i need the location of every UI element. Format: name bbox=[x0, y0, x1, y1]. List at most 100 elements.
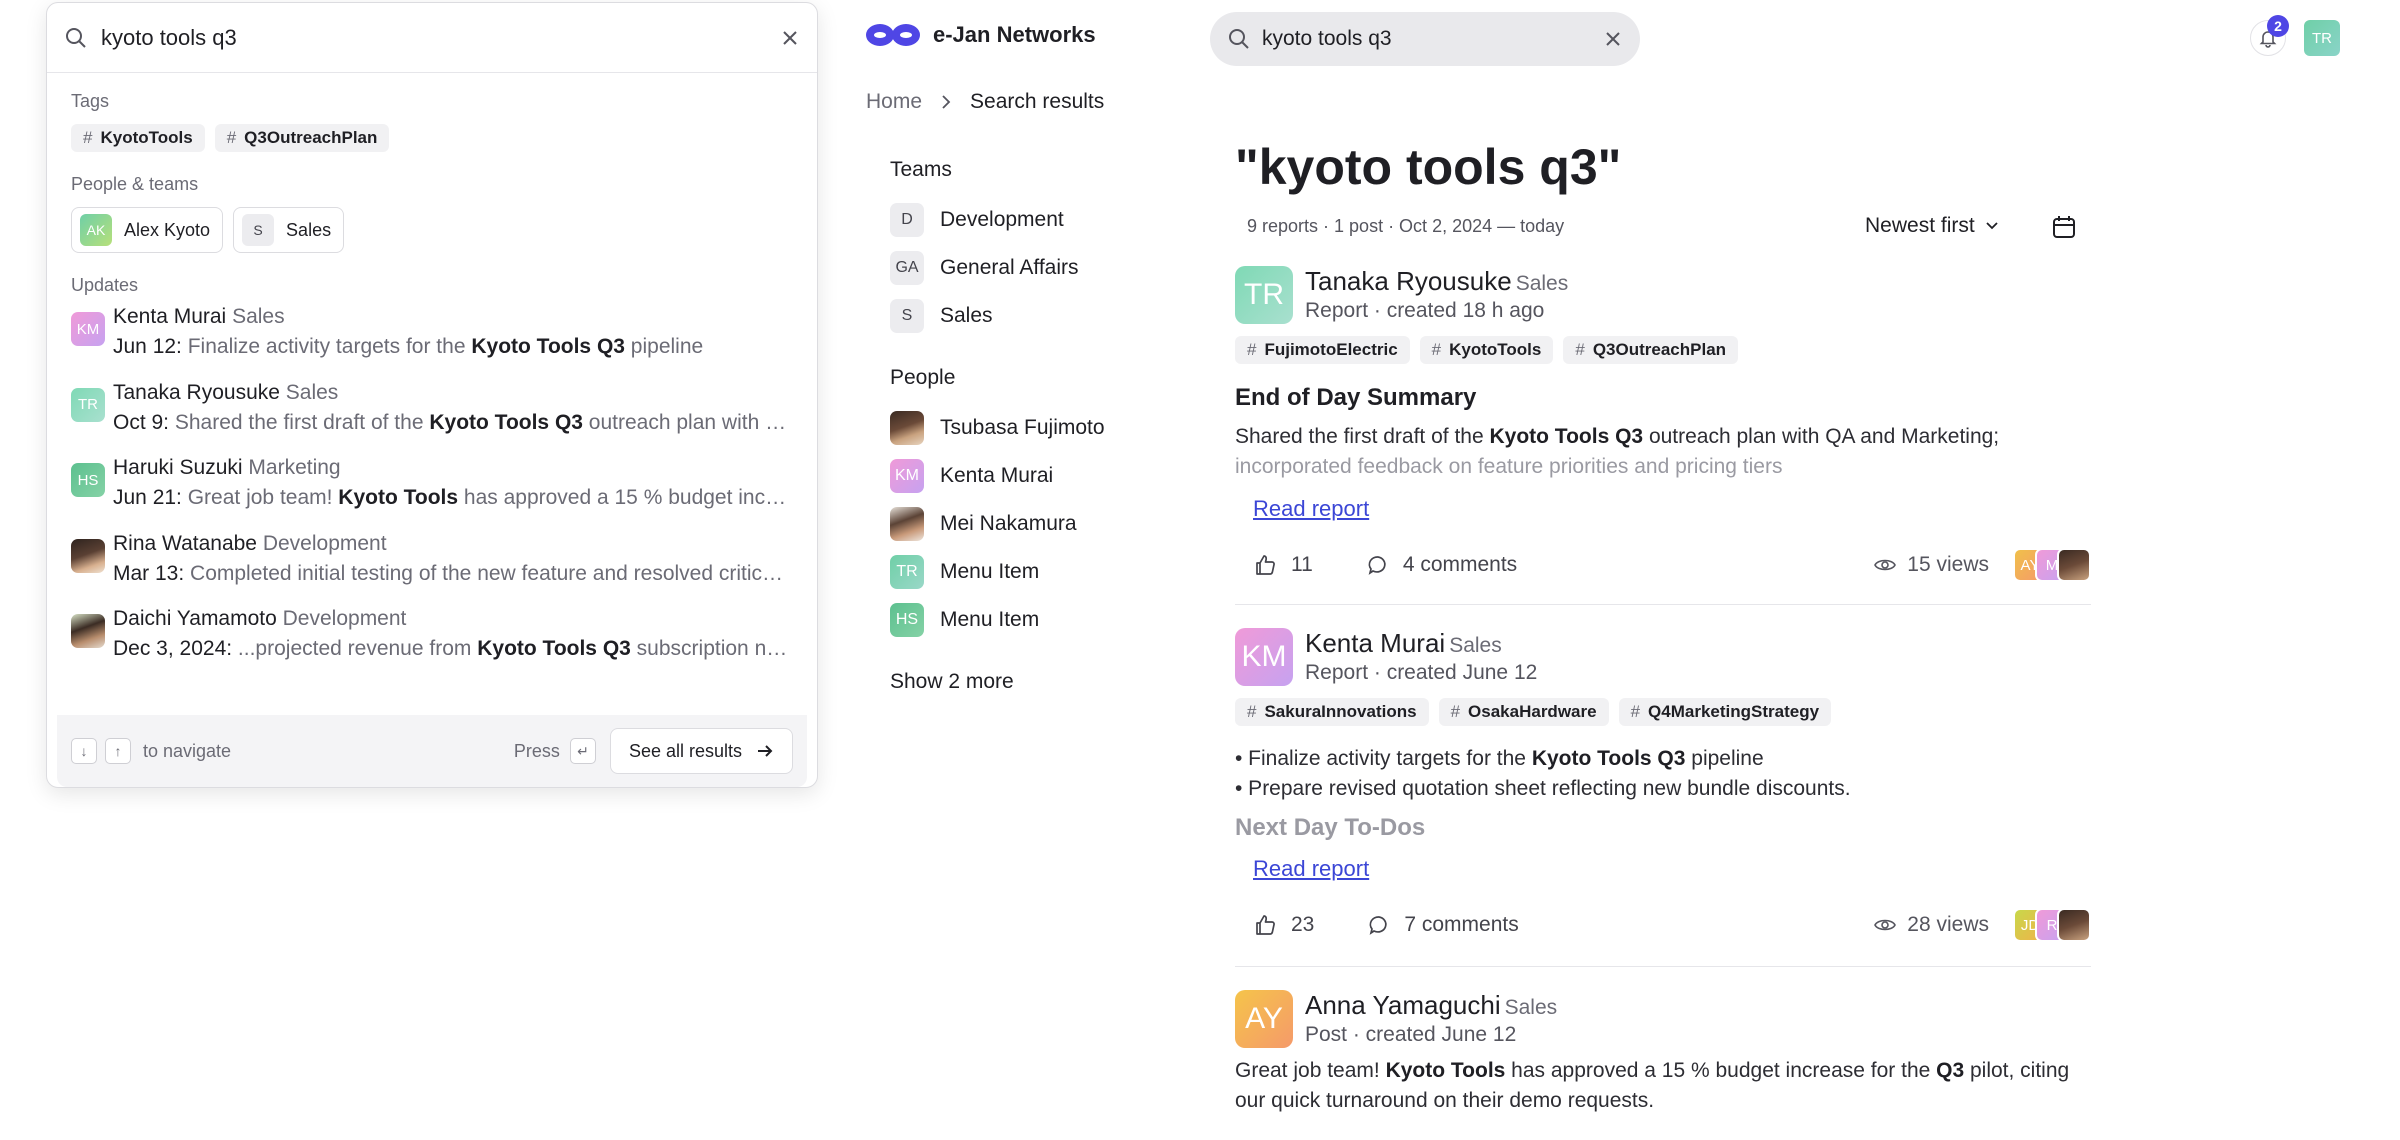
brand-logo[interactable]: e-Jan Networks bbox=[865, 22, 1096, 48]
comment-icon bbox=[1369, 916, 1388, 935]
update-snippet: subscription numbers bbox=[636, 637, 793, 660]
search-icon bbox=[1229, 29, 1249, 49]
update-date: Jun 21: bbox=[113, 486, 182, 509]
update-team: Development bbox=[262, 531, 387, 555]
breadcrumb: Home Search results bbox=[866, 90, 1104, 114]
filter-person-mei-nakamura[interactable]: Mei Nakamura bbox=[890, 500, 1190, 548]
update-author: Kenta Murai bbox=[113, 305, 227, 328]
comments-button[interactable]: 4 comments bbox=[1367, 553, 1517, 577]
results-title: "kyoto tools q3" bbox=[1235, 139, 1622, 195]
filter-team-development[interactable]: D Development bbox=[890, 196, 1190, 244]
viewer-avatars[interactable]: JD R bbox=[2013, 908, 2091, 942]
author-name[interactable]: Tanaka Ryousuke bbox=[1305, 266, 1512, 296]
update-result[interactable]: Rina Watanabe Development Mar 13: Comple… bbox=[71, 525, 793, 601]
like-count: 23 bbox=[1291, 913, 1315, 936]
filter-label: Menu Item bbox=[940, 608, 1040, 631]
like-button[interactable]: 23 bbox=[1253, 913, 1314, 937]
top-search-bar[interactable] bbox=[1210, 12, 1640, 66]
post-subtitle: Report · created 18 h ago bbox=[1305, 299, 1545, 322]
suggested-tag[interactable]: # Q3OutreachPlan bbox=[214, 124, 390, 152]
like-button[interactable]: 11 bbox=[1253, 553, 1313, 577]
top-search-input[interactable] bbox=[1262, 27, 1592, 51]
update-result[interactable]: HS Haruki Suzuki Marketing Jun 21: Great… bbox=[71, 449, 793, 525]
team-badge: S bbox=[890, 299, 924, 333]
tag-chip[interactable]: # Q3OutreachPlan bbox=[1563, 336, 1739, 364]
card-body: Shared the first draft of the Kyoto Tool… bbox=[1235, 422, 2091, 482]
viewer-avatar-photo bbox=[2057, 548, 2091, 582]
viewer-avatars[interactable]: AY M bbox=[2013, 548, 2091, 582]
update-avatar: KM bbox=[71, 312, 105, 346]
tag-chip[interactable]: # FujimotoElectric bbox=[1235, 336, 1410, 364]
person-photo bbox=[890, 507, 924, 541]
person-badge: KM bbox=[890, 459, 924, 493]
filter-team-general-affairs[interactable]: GA General Affairs bbox=[890, 244, 1190, 292]
filter-person-menu-item-2[interactable]: HS Menu Item bbox=[890, 596, 1190, 644]
filter-label: Tsubasa Fujimoto bbox=[940, 416, 1105, 439]
sort-dropdown[interactable]: Newest first bbox=[1865, 214, 1999, 238]
update-result[interactable]: TR Tanaka Ryousuke Sales Oct 9: Shared t… bbox=[71, 374, 793, 450]
calendar-icon[interactable] bbox=[2050, 213, 2078, 241]
body-text: our quick turnaround on their demo reque… bbox=[1235, 1089, 1655, 1112]
update-snippet: Great job team! bbox=[181, 486, 339, 509]
tag-chip[interactable]: # OsakaHardware bbox=[1438, 698, 1609, 726]
breadcrumb-home-link[interactable]: Home bbox=[866, 90, 922, 114]
user-avatar[interactable]: TR bbox=[2304, 20, 2340, 56]
highlight-text: Kyoto Tools bbox=[1385, 1059, 1506, 1082]
tag-chip[interactable]: # Q4MarketingStrategy bbox=[1618, 698, 1832, 726]
clear-search-icon[interactable] bbox=[781, 29, 799, 47]
read-report-link[interactable]: Read report bbox=[1253, 856, 1369, 882]
filter-label: Development bbox=[940, 208, 1064, 231]
hash-icon: # bbox=[1247, 702, 1257, 721]
eye-icon bbox=[1874, 559, 1897, 571]
card-body: Great job team! Kyoto Tools has approved… bbox=[1235, 1056, 2091, 1116]
thumbs-up-icon bbox=[1256, 915, 1275, 935]
author-name[interactable]: Kenta Murai bbox=[1305, 628, 1445, 658]
filter-column: Teams D Development GA General Affairs S… bbox=[890, 158, 1190, 694]
update-date: Oct 9: bbox=[113, 410, 170, 434]
views-indicator: 28 views JD R bbox=[1873, 908, 2091, 942]
filter-label: Kenta Murai bbox=[940, 464, 1054, 487]
author-team: Sales bbox=[1504, 996, 1558, 1019]
view-count: 28 views bbox=[1907, 913, 1989, 936]
see-all-results-button[interactable]: See all results bbox=[609, 728, 793, 774]
author-avatar: TR bbox=[1235, 266, 1293, 324]
filter-team-sales[interactable]: S Sales bbox=[890, 292, 1190, 340]
team-label: Sales bbox=[286, 219, 332, 240]
dropdown-search-bar[interactable] bbox=[47, 3, 817, 73]
result-card: KM Kenta Murai Sales Report · created Jun… bbox=[1235, 628, 2091, 942]
notifications-button[interactable]: 2 bbox=[2250, 15, 2289, 56]
show-more-button[interactable]: Show 2 more bbox=[890, 670, 1190, 694]
read-report-link[interactable]: Read report bbox=[1253, 496, 1369, 522]
arrow-right-icon bbox=[758, 745, 773, 757]
update-author: Rina Watanabe bbox=[113, 531, 257, 555]
suggested-person[interactable]: AK Alex Kyoto bbox=[71, 207, 224, 253]
update-result[interactable]: Daichi Yamamoto Development Dec 3, 2024:… bbox=[71, 600, 793, 676]
comments-button[interactable]: 7 comments bbox=[1368, 913, 1519, 937]
view-count: 15 views bbox=[1907, 553, 1989, 576]
update-team: Marketing bbox=[248, 456, 341, 479]
update-snippet: Finalize activity targets for the bbox=[181, 335, 472, 358]
card-body: • Finalize activity targets for the Kyot… bbox=[1235, 744, 2091, 804]
update-date: Dec 3, 2024: bbox=[113, 637, 233, 660]
hash-icon: # bbox=[1431, 340, 1442, 359]
card-title: End of Day Summary bbox=[1235, 384, 1477, 411]
card-divider bbox=[1235, 966, 2091, 967]
body-text: • Prepare revised quotation sheet reflec… bbox=[1235, 777, 1851, 800]
tag-chip[interactable]: # SakuraInnovations bbox=[1235, 698, 1429, 726]
filter-person-tsubasa-fujimoto[interactable]: Tsubasa Fujimoto bbox=[890, 404, 1190, 452]
update-result[interactable]: KM Kenta Murai Sales Jun 12: Finalize ac… bbox=[71, 298, 793, 374]
update-snippet: pipeline bbox=[624, 335, 704, 358]
update-team: Development bbox=[282, 607, 407, 630]
highlight-text: Kyoto Tools Q3 bbox=[471, 335, 625, 358]
section-heading-faded: Next Day To-Dos bbox=[1235, 814, 1426, 841]
suggested-team[interactable]: S Sales bbox=[233, 207, 345, 253]
author-name[interactable]: Anna Yamaguchi bbox=[1305, 990, 1501, 1020]
clear-search-icon[interactable] bbox=[1604, 30, 1622, 48]
dropdown-search-input[interactable] bbox=[101, 24, 767, 51]
filter-person-kenta-murai[interactable]: KM Kenta Murai bbox=[890, 452, 1190, 500]
update-avatar: HS bbox=[71, 463, 105, 497]
suggested-tag[interactable]: # KyotoTools bbox=[71, 124, 205, 152]
update-snippet: ...projected revenue from bbox=[232, 637, 478, 660]
tag-chip[interactable]: # KyotoTools bbox=[1419, 336, 1554, 364]
filter-person-menu-item-1[interactable]: TR Menu Item bbox=[890, 548, 1190, 596]
